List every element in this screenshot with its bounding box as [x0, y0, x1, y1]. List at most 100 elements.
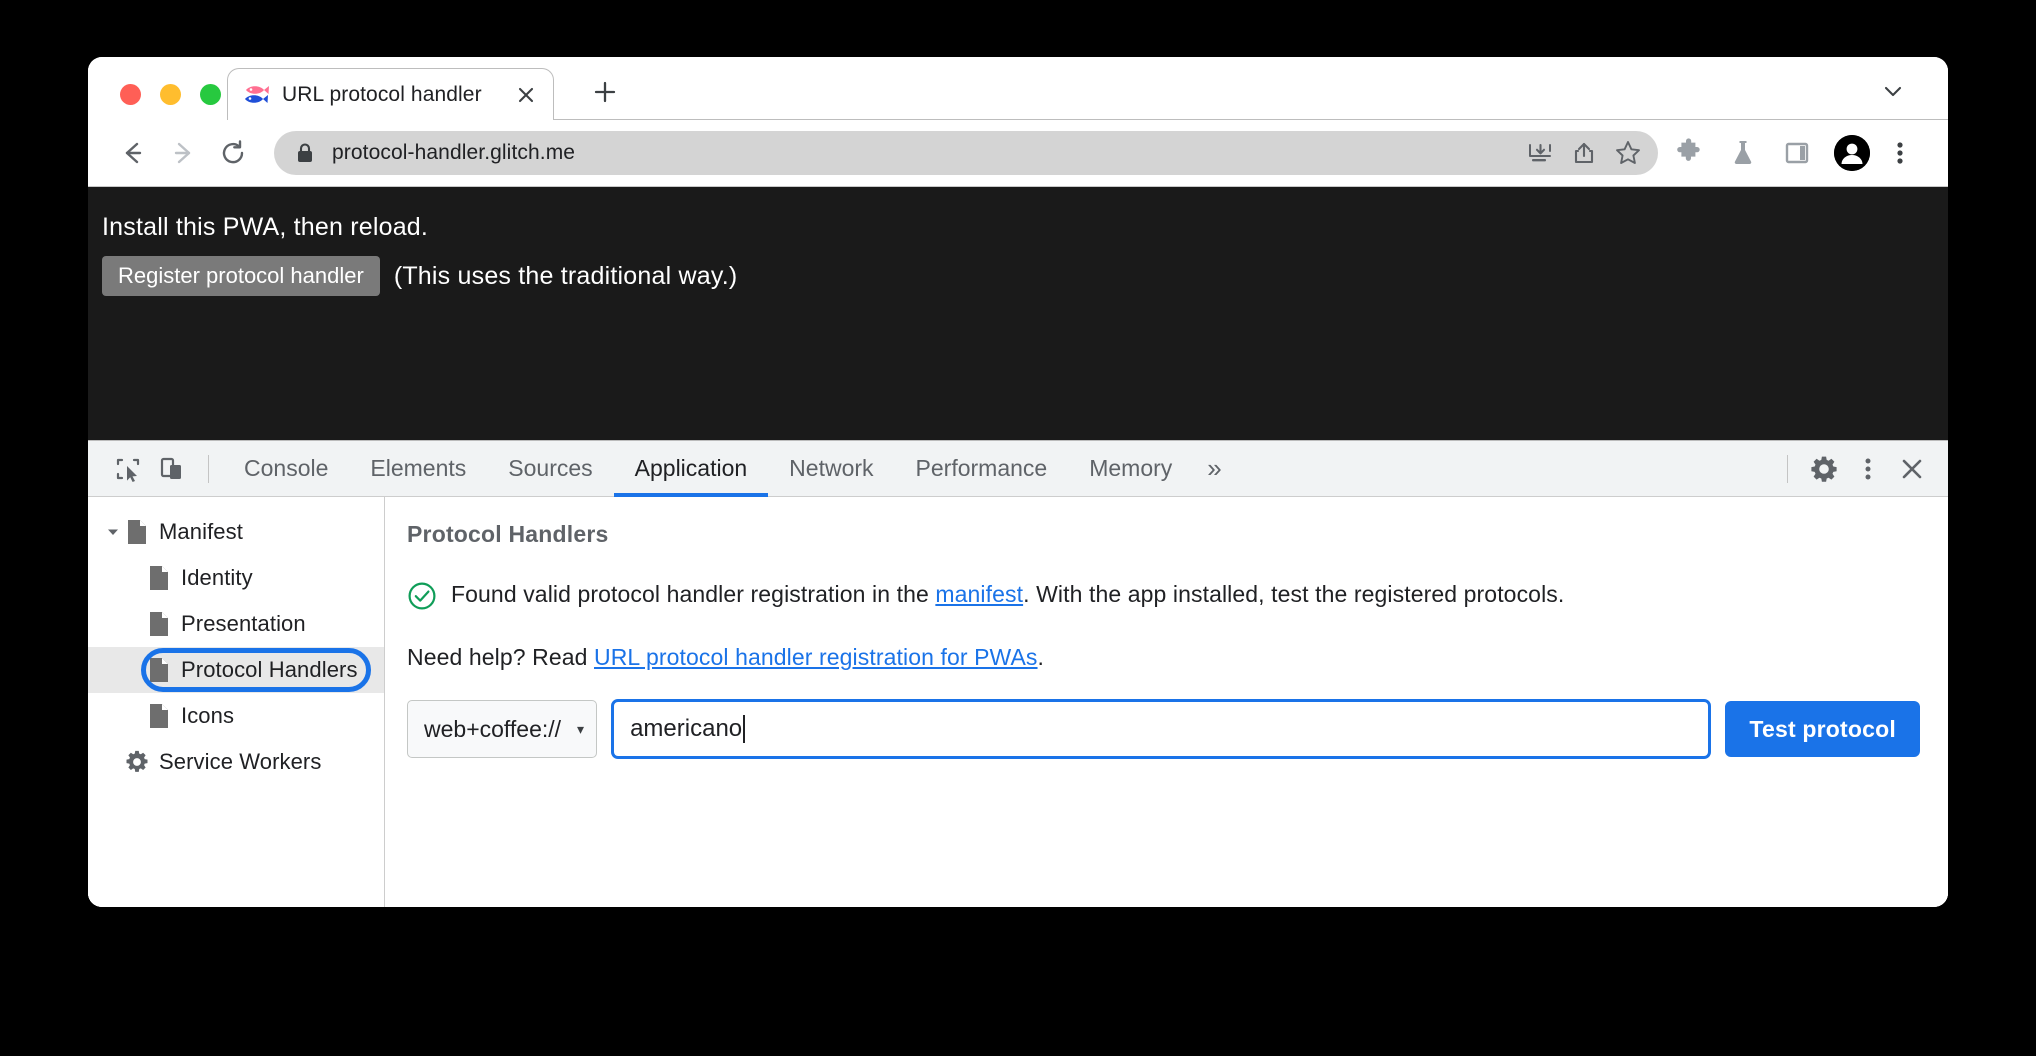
status-message: Found valid protocol handler registratio…	[407, 578, 1920, 616]
manifest-file-icon	[124, 519, 150, 545]
chevron-down-icon[interactable]	[102, 525, 124, 539]
help-text-after: .	[1037, 644, 1045, 670]
pwa-docs-link[interactable]: URL protocol handler registration for PW…	[594, 644, 1038, 670]
sidebar-item-label: Icons	[181, 703, 235, 728]
close-icon[interactable]	[513, 82, 539, 108]
tab-label: Elements	[370, 455, 467, 481]
sidebar-item-label: Presentation	[181, 611, 306, 636]
status-text-after: . With the app installed, test the regis…	[1023, 581, 1565, 607]
tab-elements[interactable]: Elements	[349, 441, 487, 496]
close-window-button[interactable]	[120, 84, 141, 105]
page-action-row: Register protocol handler (This uses the…	[102, 256, 1948, 297]
tab-label: Network	[789, 455, 874, 481]
toolbar-divider	[208, 454, 209, 483]
reload-icon[interactable]	[210, 130, 256, 176]
bookmark-star-icon[interactable]	[1606, 131, 1650, 175]
tab-network[interactable]: Network	[768, 441, 894, 496]
device-toolbar-icon[interactable]	[150, 447, 194, 491]
browser-window: URL protocol handler protocol-handler.gl…	[88, 57, 1948, 907]
toolbar-divider-right	[1787, 454, 1788, 483]
browser-toolbar: protocol-handler.glitch.me	[88, 120, 1948, 186]
gear-icon[interactable]	[1802, 447, 1846, 491]
test-protocol-button[interactable]: Test protocol	[1725, 701, 1920, 757]
chevron-down-icon[interactable]	[1874, 72, 1912, 110]
devtools-body: Manifest Identity Presentation Protocol …	[88, 497, 1948, 907]
page-title: Protocol Handlers	[407, 521, 609, 547]
help-message: Need help? Read URL protocol handler reg…	[407, 644, 1920, 671]
share-icon[interactable]	[1562, 131, 1606, 175]
status-text: Found valid protocol handler registratio…	[451, 578, 1564, 611]
gear-icon	[124, 749, 150, 775]
browser-tab-active[interactable]: URL protocol handler	[227, 68, 554, 120]
back-arrow-icon[interactable]	[110, 130, 156, 176]
application-sidebar: Manifest Identity Presentation Protocol …	[88, 497, 385, 907]
tab-console[interactable]: Console	[223, 441, 349, 496]
sidebar-item-service-workers[interactable]: Service Workers	[88, 739, 384, 785]
protocol-path-value: americano	[630, 715, 743, 742]
tab-label: Performance	[915, 455, 1048, 481]
tab-label: Memory	[1089, 455, 1173, 481]
page-heading: Install this PWA, then reload.	[102, 213, 429, 241]
sidebar-item-label: Protocol Handlers	[181, 657, 358, 682]
profile-avatar-icon[interactable]	[1834, 135, 1870, 171]
manifest-link[interactable]: manifest	[935, 581, 1023, 607]
tab-sources[interactable]: Sources	[487, 441, 613, 496]
protocol-handlers-panel: Protocol Handlers Found valid protocol h…	[385, 497, 1948, 907]
protocol-path-input[interactable]: americano	[611, 699, 1712, 759]
protocol-test-row: web+coffee:// ▾ americano Test protocol	[407, 699, 1920, 759]
lock-icon	[296, 142, 314, 164]
tab-strip: URL protocol handler	[88, 57, 1948, 120]
tab-label: Sources	[508, 455, 593, 481]
file-icon	[146, 611, 172, 637]
sidebar-item-label: Identity	[181, 565, 253, 590]
protocol-scheme-value: web+coffee://	[424, 715, 562, 742]
minimize-window-button[interactable]	[160, 84, 181, 105]
sidebar-item-label: Manifest	[159, 519, 243, 544]
install-pwa-icon[interactable]	[1518, 131, 1562, 175]
sidebar-item-presentation[interactable]: Presentation	[88, 601, 384, 647]
sidebar-item-identity[interactable]: Identity	[88, 555, 384, 601]
text-cursor	[743, 715, 746, 743]
address-bar-url: protocol-handler.glitch.me	[332, 141, 576, 164]
sidebar-item-manifest[interactable]: Manifest	[88, 509, 384, 555]
help-text-before: Need help? Read	[407, 644, 595, 670]
devtools-panel: Console Elements Sources Application Net…	[88, 440, 1948, 907]
tab-label: Application	[634, 455, 748, 481]
new-tab-button[interactable]	[585, 72, 625, 112]
three-dot-menu-icon[interactable]	[1880, 130, 1920, 176]
page-viewport: Install this PWA, then reload. Register …	[88, 186, 1948, 440]
window-traffic-lights	[120, 84, 221, 105]
tab-application[interactable]: Application	[613, 441, 769, 497]
screenshot-stage: URL protocol handler protocol-handler.gl…	[0, 0, 2036, 1056]
side-panel-icon[interactable]	[1774, 130, 1820, 176]
check-circle-icon	[407, 581, 437, 616]
tab-memory[interactable]: Memory	[1068, 441, 1193, 496]
fish-icon	[244, 82, 270, 108]
tab-title: URL protocol handler	[282, 82, 482, 106]
register-protocol-handler-button[interactable]: Register protocol handler	[102, 256, 380, 297]
more-tabs-icon[interactable]: »	[1193, 441, 1235, 496]
file-icon	[146, 657, 172, 683]
page-note: (This uses the traditional way.)	[393, 261, 738, 290]
close-icon[interactable]	[1890, 447, 1934, 491]
extensions-puzzle-icon[interactable]	[1666, 130, 1712, 176]
devtools-tab-list: Console Elements Sources Application Net…	[223, 441, 1236, 497]
sidebar-item-label: Service Workers	[159, 749, 322, 774]
zoom-window-button[interactable]	[200, 84, 221, 105]
file-icon	[146, 565, 172, 591]
file-icon	[146, 703, 172, 729]
three-dot-menu-icon[interactable]	[1846, 447, 1890, 491]
inspect-element-icon[interactable]	[106, 447, 150, 491]
tabstrip-divider	[554, 119, 1948, 120]
tab-label: Console	[244, 455, 329, 481]
experiments-flask-icon[interactable]	[1720, 130, 1766, 176]
devtools-toolbar: Console Elements Sources Application Net…	[88, 441, 1948, 497]
address-bar[interactable]: protocol-handler.glitch.me	[274, 131, 1658, 175]
protocol-scheme-select[interactable]: web+coffee:// ▾	[407, 700, 598, 758]
devtools-toolbar-right	[1773, 447, 1934, 491]
sidebar-item-protocol-handlers[interactable]: Protocol Handlers	[88, 647, 384, 693]
forward-arrow-icon[interactable]	[160, 130, 206, 176]
chevron-down-icon: ▾	[577, 721, 585, 737]
sidebar-item-icons[interactable]: Icons	[88, 693, 384, 739]
tab-performance[interactable]: Performance	[895, 441, 1069, 496]
